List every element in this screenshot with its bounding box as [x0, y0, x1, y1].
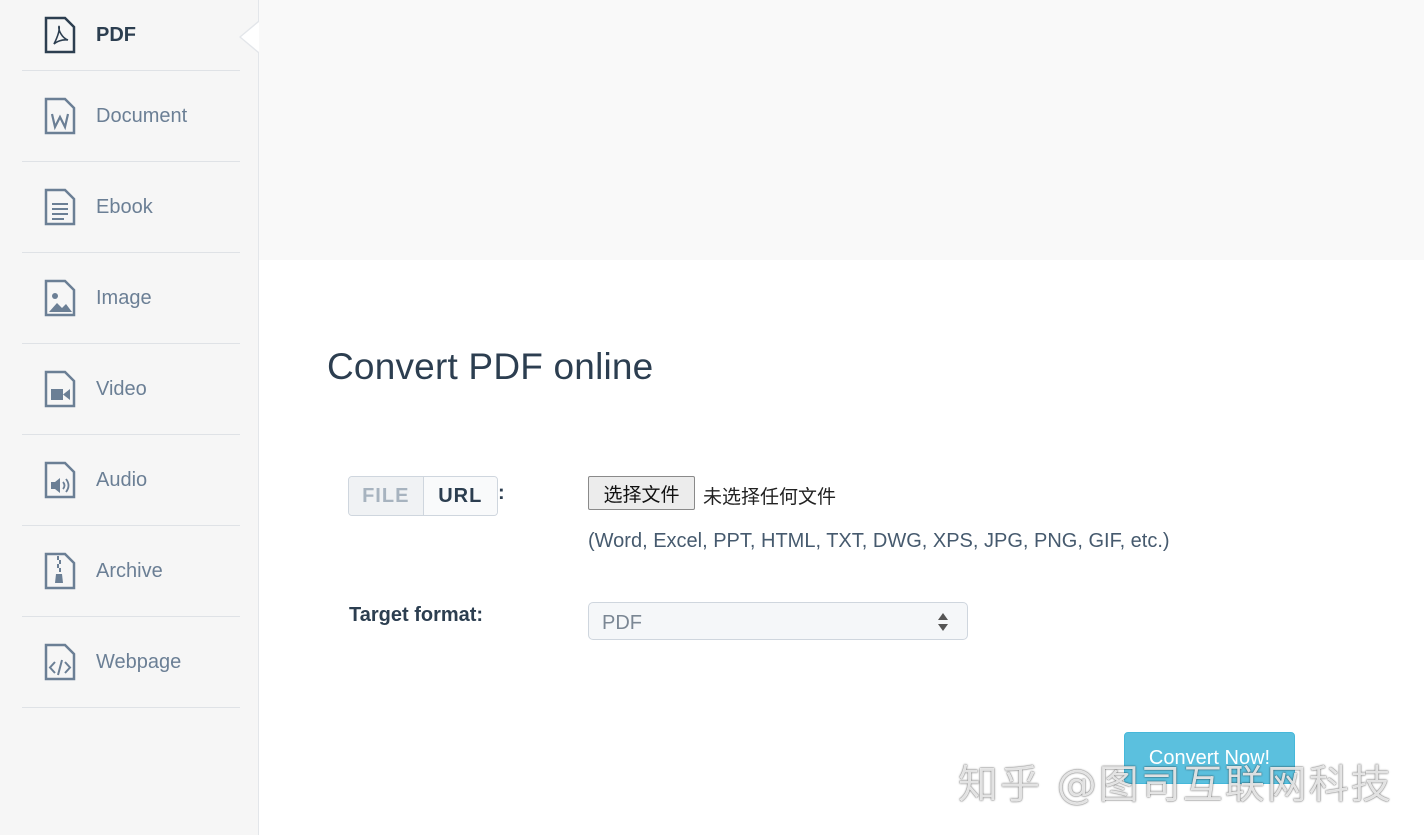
supported-formats-hint: (Word, Excel, PPT, HTML, TXT, DWG, XPS, …	[588, 530, 1170, 552]
sidebar-item-document[interactable]: Document	[22, 71, 240, 162]
video-file-icon	[44, 370, 76, 408]
sidebar-item-label: Document	[96, 104, 188, 127]
sidebar-item-label: Archive	[96, 559, 163, 582]
sidebar: PDF Document Ebook Image Video Audio Arc…	[0, 0, 259, 835]
url-tab-button[interactable]: URL	[423, 477, 497, 515]
sidebar-item-label: Video	[96, 377, 147, 400]
top-banner-area	[259, 0, 1424, 260]
sidebar-item-archive[interactable]: Archive	[22, 526, 240, 617]
archive-file-icon	[44, 552, 76, 590]
sidebar-item-label: Image	[96, 286, 152, 309]
target-format-value: PDF	[602, 612, 642, 634]
sidebar-item-pdf[interactable]: PDF	[22, 0, 259, 71]
image-file-icon	[44, 279, 76, 317]
file-tab-button[interactable]: FILE	[349, 477, 424, 515]
word-file-icon	[44, 97, 76, 135]
source-toggle: FILE URL	[348, 476, 498, 516]
target-format-select[interactable]: PDF	[588, 602, 968, 640]
choose-file-button[interactable]: 选择文件	[588, 476, 695, 510]
sidebar-item-audio[interactable]: Audio	[22, 435, 240, 526]
sidebar-item-label: Ebook	[96, 195, 153, 218]
audio-file-icon	[44, 461, 76, 499]
sort-arrows-icon	[938, 613, 948, 631]
watermark-text: 知乎 @图司互联网科技	[958, 762, 1393, 808]
code-file-icon	[44, 643, 76, 681]
sidebar-item-image[interactable]: Image	[22, 253, 240, 344]
sidebar-list: PDF Document Ebook Image Video Audio Arc…	[22, 0, 259, 708]
pdf-file-icon	[44, 16, 76, 54]
sidebar-item-video[interactable]: Video	[22, 344, 240, 435]
file-status-text: 未选择任何文件	[703, 486, 837, 508]
target-format-label: Target format:	[349, 604, 484, 626]
active-indicator	[241, 22, 259, 52]
page-title: Convert PDF online	[327, 346, 654, 387]
sidebar-item-ebook[interactable]: Ebook	[22, 162, 240, 253]
ebook-file-icon	[44, 188, 76, 226]
source-colon: :	[498, 482, 505, 504]
sidebar-item-webpage[interactable]: Webpage	[22, 617, 240, 708]
sidebar-item-label: Audio	[96, 468, 148, 491]
sidebar-item-label: PDF	[96, 23, 136, 46]
sidebar-item-label: Webpage	[96, 650, 182, 673]
